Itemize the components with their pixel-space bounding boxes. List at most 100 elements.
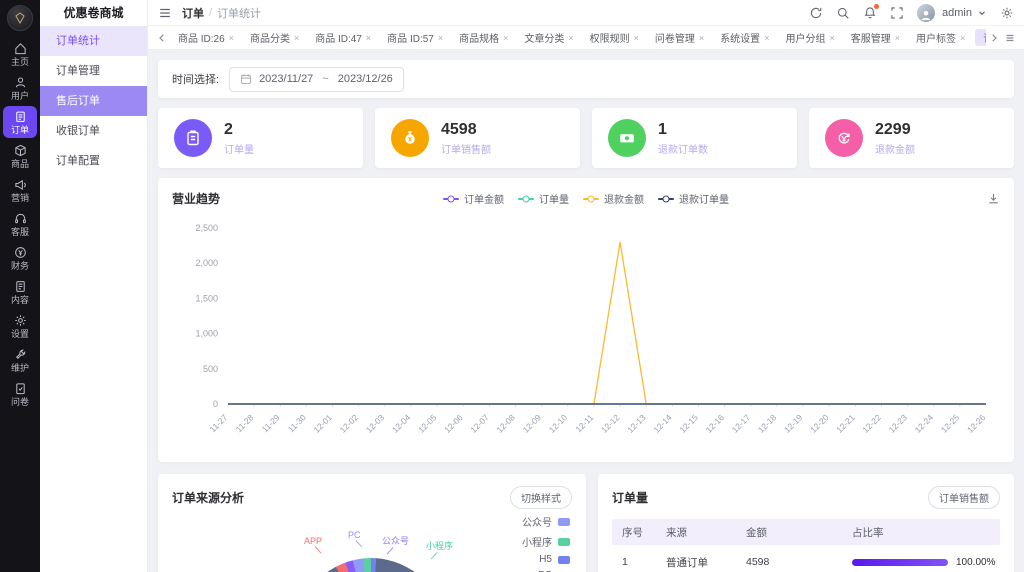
brand-logo-icon[interactable] [7, 5, 33, 31]
breadcrumb-page: 订单统计 [217, 5, 261, 21]
rail-item-label: 客服 [11, 227, 29, 237]
legend-item[interactable]: 退款金额 [583, 191, 644, 206]
volume-title: 订单量 [612, 489, 648, 506]
sidebar-item-order-config[interactable]: 订单配置 [40, 146, 147, 176]
sidebar-item-aftersale-orders[interactable]: 售后订单 [40, 86, 147, 116]
close-icon[interactable]: × [438, 33, 443, 43]
close-icon[interactable]: × [366, 33, 371, 43]
legend-item[interactable]: 订单量 [518, 191, 569, 206]
download-icon[interactable] [987, 192, 1000, 205]
collapse-menu-icon[interactable] [158, 6, 172, 20]
rail-item-goods[interactable]: 商品 [3, 140, 37, 172]
close-icon[interactable]: × [229, 33, 234, 43]
legend-item[interactable]: 公众号 [522, 514, 570, 529]
table-row[interactable]: 1 普通订单 4598 100.00% [612, 545, 1000, 572]
svg-text:12-19: 12-19 [782, 412, 805, 435]
rail-item-survey[interactable]: 问卷 [3, 378, 37, 410]
sidebar-item-cashier-orders[interactable]: 收银订单 [40, 116, 147, 146]
close-icon[interactable]: × [699, 33, 704, 43]
close-icon[interactable]: × [960, 33, 965, 43]
breadcrumb-separator: / [209, 7, 212, 19]
tab-label: 问卷管理 [655, 30, 695, 45]
close-icon[interactable]: × [634, 33, 639, 43]
rail-item-home[interactable]: 主页 [3, 38, 37, 70]
tab-item[interactable]: 问卷管理 × [647, 26, 712, 49]
tab-item[interactable]: 商品分类× [242, 26, 307, 49]
tabs-menu-icon[interactable] [1002, 33, 1018, 43]
legend-item[interactable]: 小程序 [522, 534, 570, 549]
fullscreen-icon[interactable] [890, 6, 904, 20]
search-icon[interactable] [836, 6, 850, 20]
chevron-down-icon[interactable] [977, 8, 987, 18]
rail-item-finance[interactable]: 财务 [3, 242, 37, 274]
pie-chart[interactable] [296, 558, 446, 572]
settings-gear-icon[interactable] [1000, 6, 1014, 20]
close-icon[interactable]: × [895, 33, 900, 43]
toggle-style-button[interactable]: 切换样式 [510, 486, 572, 509]
tab-item[interactable]: 商品 ID:47× [307, 26, 379, 49]
tabs-scroll-right-icon[interactable] [986, 33, 1002, 43]
legend-item[interactable]: H5 [522, 554, 570, 565]
topbar: 订单 / 订单统计 [148, 0, 1024, 26]
close-icon[interactable]: × [503, 33, 508, 43]
col-source: 来源 [656, 525, 736, 540]
tab-item[interactable]: 权限规则× [582, 26, 647, 49]
rail-item-maintain[interactable]: 维护 [3, 344, 37, 376]
tab-item[interactable]: 用户分组× [777, 26, 842, 49]
cell-index: 1 [612, 556, 656, 568]
svg-text:11-30: 11-30 [286, 412, 308, 434]
user-avatar[interactable] [917, 4, 935, 22]
sidebar-item-order-stats[interactable]: 订单统计 [40, 26, 147, 56]
stat-value: 4598 [441, 121, 491, 139]
legend-item[interactable]: 退款订单量 [658, 191, 729, 206]
trend-title: 营业趋势 [172, 190, 220, 207]
rail-item-label: 营销 [11, 193, 29, 203]
trend-card: 营业趋势 订单金额订单量退款金额退款订单量 05001,0001,5002,00… [158, 178, 1014, 462]
time-filter-card: 时间选择: 2023/11/27 ~ 2023/12/26 [158, 60, 1014, 98]
legend-label: 公众号 [522, 514, 552, 529]
svg-text:500: 500 [203, 364, 218, 374]
svg-text:12-06: 12-06 [442, 412, 465, 435]
svg-text:12-11: 12-11 [573, 412, 595, 434]
legend-swatch [558, 556, 570, 564]
rail-item-content[interactable]: 内容 [3, 276, 37, 308]
close-icon[interactable]: × [764, 33, 769, 43]
user-icon [14, 76, 27, 89]
rail-item-settings[interactable]: 设置 [3, 310, 37, 342]
app-window: 主页 用户 订单 商品 营销 客服 财务 内容 [0, 0, 1024, 572]
refresh-icon[interactable] [809, 6, 823, 20]
pie-callout: 公众号 [382, 534, 409, 547]
tab-item[interactable]: 客服管理× [843, 26, 908, 49]
rail-item-service[interactable]: 客服 [3, 208, 37, 240]
sidebar-item-order-manage[interactable]: 订单管理 [40, 56, 147, 86]
svg-text:12-07: 12-07 [468, 412, 491, 435]
date-start: 2023/11/27 [259, 73, 313, 85]
tab-item[interactable]: 商品 ID:26× [170, 26, 242, 49]
stat-value: 1 [658, 121, 708, 139]
tab-item[interactable]: 文章分类× [516, 26, 581, 49]
order-icon [14, 110, 27, 123]
close-icon[interactable]: × [294, 33, 299, 43]
legend-item[interactable]: 订单金额 [443, 191, 504, 206]
order-sales-button[interactable]: 订单销售额 [928, 486, 1000, 509]
tab-item[interactable]: 用户标签× [908, 26, 973, 49]
svg-text:12-26: 12-26 [965, 412, 988, 435]
username[interactable]: admin [942, 7, 972, 19]
tab-item-active[interactable]: 订单统计× [975, 29, 986, 46]
rail-item-marketing[interactable]: 营销 [3, 174, 37, 206]
tab-item[interactable]: 商品 ID:57× [379, 26, 451, 49]
time-filter-label: 时间选择: [172, 71, 219, 87]
date-range-picker[interactable]: 2023/11/27 ~ 2023/12/26 [229, 67, 404, 92]
breadcrumb-section[interactable]: 订单 [182, 5, 204, 21]
tabs-scroll-left-icon[interactable] [154, 33, 170, 43]
main-area: 订单 / 订单统计 [148, 0, 1024, 572]
tab-item[interactable]: 商品规格× [451, 26, 516, 49]
close-icon[interactable]: × [568, 33, 573, 43]
trend-chart: 05001,0001,5002,0002,50011-2711-2811-291… [172, 216, 1000, 458]
close-icon[interactable]: × [829, 33, 834, 43]
rail-item-user[interactable]: 用户 [3, 72, 37, 104]
notifications-bell-icon[interactable] [863, 6, 877, 20]
rail-item-orders[interactable]: 订单 [3, 106, 37, 138]
tab-item[interactable]: 系统设置× [712, 26, 777, 49]
svg-text:12-05: 12-05 [416, 412, 439, 435]
